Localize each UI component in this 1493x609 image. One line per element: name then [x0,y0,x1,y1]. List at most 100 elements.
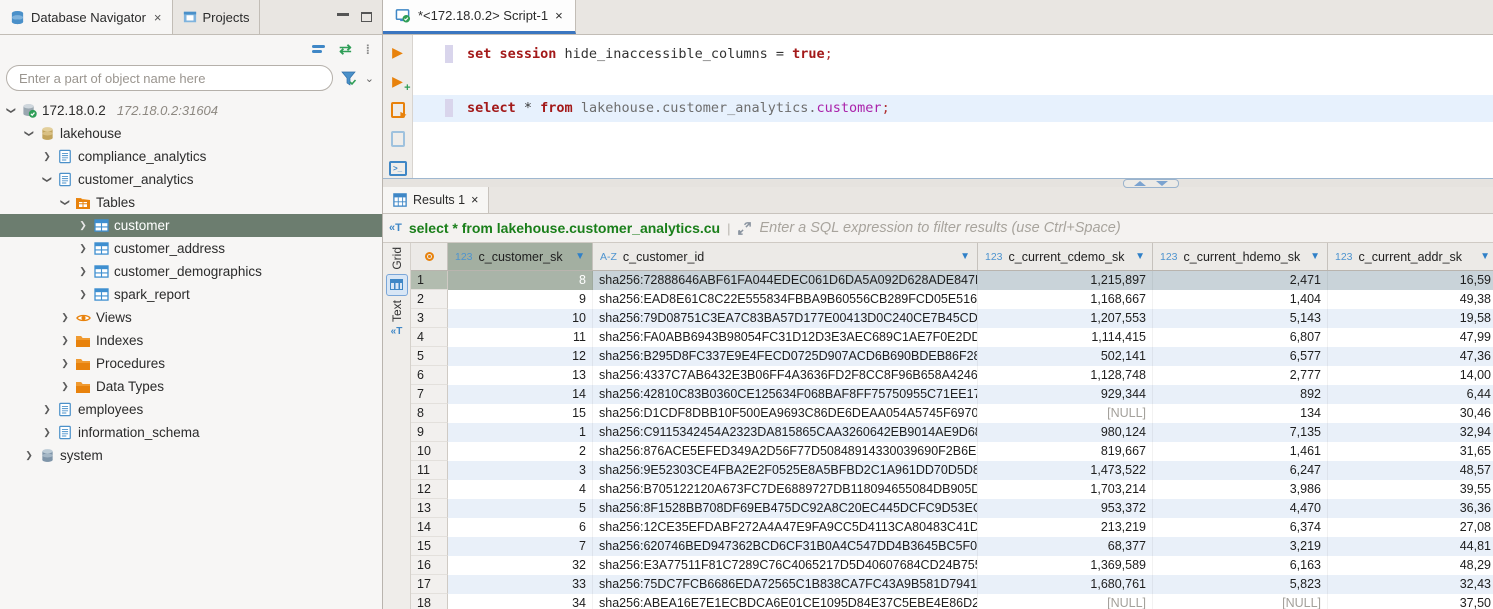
cell-c_customer_sk[interactable]: 3 [448,461,593,480]
row-number[interactable]: 17 [411,575,448,594]
row-number[interactable]: 18 [411,594,448,609]
minimize-icon[interactable] [337,13,349,16]
expand-arrow-icon[interactable]: ❯ [42,404,52,415]
cell-c_customer_sk[interactable]: 15 [448,404,593,423]
close-icon[interactable]: × [471,193,478,207]
cell-c_customer_id[interactable]: sha256:ABEA16E7E1ECBDCA6E01CE1095D84E37C… [593,594,978,609]
cell-c_current_cdemo_sk[interactable]: 980,124 [978,423,1153,442]
cell-c_current_addr_sk[interactable]: 48,57 [1328,461,1493,480]
tree-item-procedures[interactable]: ❯Procedures [0,352,382,375]
cell-c_customer_id[interactable]: sha256:12CE35EFDABF272A4A47E9FA9CC5D4113… [593,518,978,537]
cell-c_current_addr_sk[interactable]: 39,55 [1328,480,1493,499]
cell-c_customer_id[interactable]: sha256:E3A77511F81C7289C76C4065217D5D406… [593,556,978,575]
tree-item-customer-demographics[interactable]: ❯customer_demographics [0,260,382,283]
grid-view-icon[interactable] [386,274,408,296]
tree-item-customer-address[interactable]: ❯customer_address [0,237,382,260]
tab-database-navigator[interactable]: Database Navigator × [0,0,173,34]
tree-item-indexes[interactable]: ❯Indexes [0,329,382,352]
row-number[interactable]: 11 [411,461,448,480]
tab-projects[interactable]: Projects [173,0,261,34]
code-line[interactable] [413,68,1493,95]
row-number[interactable]: 1 [411,271,448,290]
cell-c_customer_id[interactable]: sha256:620746BED947362BCD6CF31B0A4C547DD… [593,537,978,556]
cell-c_current_addr_sk[interactable]: 37,50 [1328,594,1493,609]
cell-c_customer_id[interactable]: sha256:4337C7AB6432E3B06FF4A3636FD2F8CC8… [593,366,978,385]
grid-corner-cell[interactable] [411,243,448,270]
cell-c_customer_sk[interactable]: 1 [448,423,593,442]
execute-statement-icon[interactable]: ▶ [389,43,407,61]
cell-c_current_hdemo_sk[interactable]: [NULL] [1153,594,1328,609]
tree-item-customer[interactable]: ❯customer [0,214,382,237]
expand-arrow-icon[interactable]: ❯ [60,335,70,346]
collapse-arrow-icon[interactable]: ❯ [42,175,53,185]
editor-results-splitter[interactable] [383,178,1493,187]
column-header-c_current_addr_sk[interactable]: 123c_current_addr_sk▼ [1328,243,1493,270]
cell-c_customer_id[interactable]: sha256:8F1528BB708DF69EB475DC92A8C20EC44… [593,499,978,518]
chevron-down-icon[interactable]: ⌄ [365,72,374,85]
explain-plan-icon[interactable] [389,130,407,148]
cell-c_customer_sk[interactable]: 14 [448,385,593,404]
splitter-collapse-control[interactable] [1123,179,1179,188]
cell-c_current_hdemo_sk[interactable]: 134 [1153,404,1328,423]
expand-arrow-icon[interactable]: ❯ [60,358,70,369]
expand-arrow-icon[interactable]: ❯ [78,243,88,254]
tree-item-information-schema[interactable]: ❯information_schema [0,421,382,444]
cell-c_current_addr_sk[interactable]: 31,65 [1328,442,1493,461]
tree-item-system[interactable]: ❯system [0,444,382,467]
tree-item-lakehouse[interactable]: ❯lakehouse [0,122,382,145]
cell-c_customer_sk[interactable]: 10 [448,309,593,328]
cell-c_current_hdemo_sk[interactable]: 3,986 [1153,480,1328,499]
cell-c_current_addr_sk[interactable]: 32,94 [1328,423,1493,442]
cell-c_current_cdemo_sk[interactable]: [NULL] [978,594,1153,609]
cell-c_customer_id[interactable]: sha256:79D08751C3EA7C83BA57D177E00413D0C… [593,309,978,328]
tree-item-tables[interactable]: ❯Tables [0,191,382,214]
cell-c_customer_id[interactable]: sha256:72888646ABF61FA044EDEC061D6DA5A09… [593,271,978,290]
cell-c_current_hdemo_sk[interactable]: 2,777 [1153,366,1328,385]
row-number[interactable]: 12 [411,480,448,499]
cell-c_customer_sk[interactable]: 4 [448,480,593,499]
cell-c_current_hdemo_sk[interactable]: 6,247 [1153,461,1328,480]
cell-c_customer_sk[interactable]: 13 [448,366,593,385]
row-number[interactable]: 5 [411,347,448,366]
cell-c_current_addr_sk[interactable]: 19,58 [1328,309,1493,328]
column-header-c_customer_sk[interactable]: 123c_customer_sk▼ [448,243,593,270]
view-menu-icon[interactable]: ⁞ [366,42,370,57]
row-number[interactable]: 10 [411,442,448,461]
cell-c_customer_sk[interactable]: 33 [448,575,593,594]
expand-filter-icon[interactable] [737,221,752,236]
collapse-down-icon[interactable] [1156,181,1168,186]
cell-c_current_cdemo_sk[interactable]: 953,372 [978,499,1153,518]
cell-c_current_addr_sk[interactable]: 16,59 [1328,271,1493,290]
expand-arrow-icon[interactable]: ❯ [42,151,52,162]
results-filterbar[interactable]: «T select * from lakehouse.customer_anal… [383,214,1493,243]
collapse-arrow-icon[interactable]: ❯ [60,198,71,208]
cell-c_current_addr_sk[interactable]: 6,44 [1328,385,1493,404]
collapse-up-icon[interactable] [1134,181,1146,186]
cell-c_current_cdemo_sk[interactable]: 819,667 [978,442,1153,461]
cell-c_current_hdemo_sk[interactable]: 5,823 [1153,575,1328,594]
cell-c_current_cdemo_sk[interactable]: 1,680,761 [978,575,1153,594]
row-number[interactable]: 7 [411,385,448,404]
code-line[interactable]: set session hide_inaccessible_columns = … [413,41,1493,68]
execute-script-icon[interactable] [389,101,407,119]
expand-arrow-icon[interactable]: ❯ [78,220,88,231]
expand-arrow-icon[interactable]: ❯ [42,427,52,438]
cell-c_current_cdemo_sk[interactable]: 1,473,522 [978,461,1153,480]
cell-c_current_addr_sk[interactable]: 48,29 [1328,556,1493,575]
collapse-arrow-icon[interactable]: ❯ [6,106,17,116]
expand-arrow-icon[interactable]: ❯ [60,381,70,392]
cell-c_current_addr_sk[interactable]: 27,08 [1328,518,1493,537]
cell-c_current_addr_sk[interactable]: 14,00 [1328,366,1493,385]
cell-c_current_addr_sk[interactable]: 30,46 [1328,404,1493,423]
row-number[interactable]: 16 [411,556,448,575]
code-line[interactable]: select * from lakehouse.customer_analyti… [413,95,1493,122]
cell-c_current_hdemo_sk[interactable]: 2,471 [1153,271,1328,290]
filter-funnel-icon[interactable] [341,71,357,85]
cell-c_current_cdemo_sk[interactable]: 1,703,214 [978,480,1153,499]
cell-c_current_hdemo_sk[interactable]: 6,374 [1153,518,1328,537]
cell-c_current_hdemo_sk[interactable]: 6,163 [1153,556,1328,575]
tab-sql-script[interactable]: *<172.18.0.2> Script-1 × [383,0,576,34]
row-number[interactable]: 4 [411,328,448,347]
column-filter-arrow-icon[interactable]: ▼ [575,251,585,262]
collapse-all-icon[interactable] [312,45,325,53]
